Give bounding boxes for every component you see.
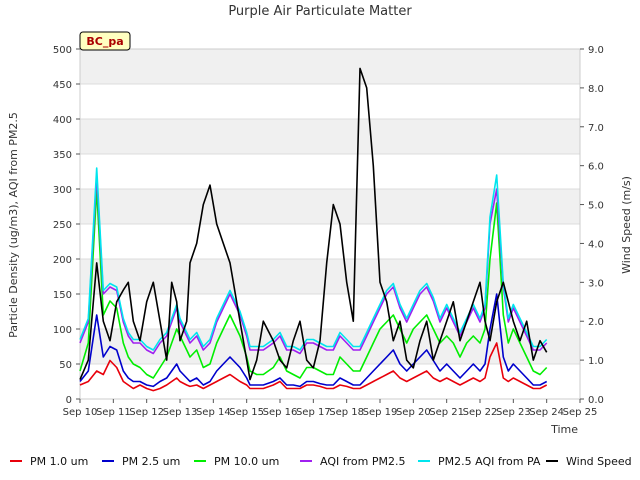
site-label-badge: BC_pa xyxy=(79,31,131,51)
x-tick-label: Sep 11 xyxy=(96,407,131,418)
legend-label: AQI from PM2.5 xyxy=(320,455,405,468)
chart-title: Purple Air Particulate Matter xyxy=(228,4,412,19)
x-tick-label: Sep 20 xyxy=(396,407,431,418)
y-axis-label: Particle Density (ug/m3), AQI from PM2.5 xyxy=(7,112,20,338)
y2-tick-label: 8.0 xyxy=(588,84,604,95)
y2-tick-label: 9.0 xyxy=(588,45,604,56)
x-tick-label: Sep 10 xyxy=(63,407,98,418)
x-axis-ticks: Sep 10Sep 11Sep 12Sep 13Sep 14Sep 15Sep … xyxy=(63,399,598,418)
y2-tick-label: 5.0 xyxy=(588,201,604,212)
grid-band xyxy=(80,49,580,84)
y-tick-label: 200 xyxy=(53,255,72,266)
y2-tick-label: 2.0 xyxy=(588,317,604,328)
legend-item-pm-1-0-um: PM 1.0 um xyxy=(10,455,88,468)
site-label-text: BC_pa xyxy=(86,35,123,48)
legend-label: PM2.5 AQI from PA xyxy=(438,455,541,468)
legend-item-pm-10-0-um: PM 10.0 um xyxy=(194,455,279,468)
x-tick-label: Sep 19 xyxy=(363,407,398,418)
y-tick-label: 50 xyxy=(59,360,72,371)
x-tick-label: Sep 16 xyxy=(263,407,298,418)
y-tick-label: 100 xyxy=(53,325,72,336)
x-tick-label: Sep 23 xyxy=(496,407,531,418)
y-tick-label: 400 xyxy=(53,115,72,126)
y-tick-label: 450 xyxy=(53,80,72,91)
y2-tick-label: 3.0 xyxy=(588,278,604,289)
x-tick-label: Sep 22 xyxy=(463,407,498,418)
y-tick-label: 250 xyxy=(53,220,72,231)
legend-label: PM 1.0 um xyxy=(30,455,88,468)
chart: Sep 10Sep 11Sep 12Sep 13Sep 14Sep 15Sep … xyxy=(7,4,633,468)
x-tick-label: Sep 25 xyxy=(563,407,598,418)
y2-tick-label: 6.0 xyxy=(588,162,604,173)
grid-band xyxy=(80,119,580,154)
grid-band xyxy=(80,189,580,224)
x-tick-label: Sep 18 xyxy=(329,407,364,418)
legend-item-pm2-5-aqi-from-pa: PM2.5 AQI from PA xyxy=(418,455,541,468)
legend: PM 1.0 um PM 2.5 um PM 10.0 um AQI from PM2… xyxy=(10,455,632,468)
x-tick-label: Sep 17 xyxy=(296,407,331,418)
y-tick-label: 150 xyxy=(53,290,72,301)
y2-tick-label: 0.0 xyxy=(588,395,604,406)
x-tick-label: Sep 14 xyxy=(196,407,231,418)
legend-label: PM 10.0 um xyxy=(214,455,279,468)
y-tick-label: 350 xyxy=(53,150,72,161)
x-tick-label: Sep 15 xyxy=(229,407,264,418)
legend-item-aqi-from-pm2-5: AQI from PM2.5 xyxy=(300,455,405,468)
y-tick-label: 500 xyxy=(53,45,72,56)
y2-axis-label: Wind Speed (m/s) xyxy=(620,176,633,274)
x-tick-label: Sep 24 xyxy=(529,407,564,418)
legend-label: Wind Speed xyxy=(566,455,632,468)
x-tick-label: Sep 12 xyxy=(129,407,164,418)
grid-bands xyxy=(80,49,580,364)
x-tick-label: Sep 21 xyxy=(429,407,464,418)
legend-label: PM 2.5 um xyxy=(122,455,180,468)
legend-item-pm-2-5-um: PM 2.5 um xyxy=(102,455,180,468)
y-tick-label: 0 xyxy=(66,395,72,406)
x-axis-label: Time xyxy=(550,423,578,436)
y-tick-label: 300 xyxy=(53,185,72,196)
legend-item-wind-speed: Wind Speed xyxy=(546,455,632,468)
y2-axis-ticks: 0.0 1.0 2.0 3.0 4.0 5.0 6.0 7.0 8.0 9.0 xyxy=(580,45,604,406)
y2-tick-label: 7.0 xyxy=(588,123,604,134)
y2-tick-label: 4.0 xyxy=(588,239,604,250)
y-axis-ticks: 0 50 100 150 200 250 300 350 400 450 500 xyxy=(53,45,80,406)
x-tick-label: Sep 13 xyxy=(163,407,198,418)
y2-tick-label: 1.0 xyxy=(588,356,604,367)
